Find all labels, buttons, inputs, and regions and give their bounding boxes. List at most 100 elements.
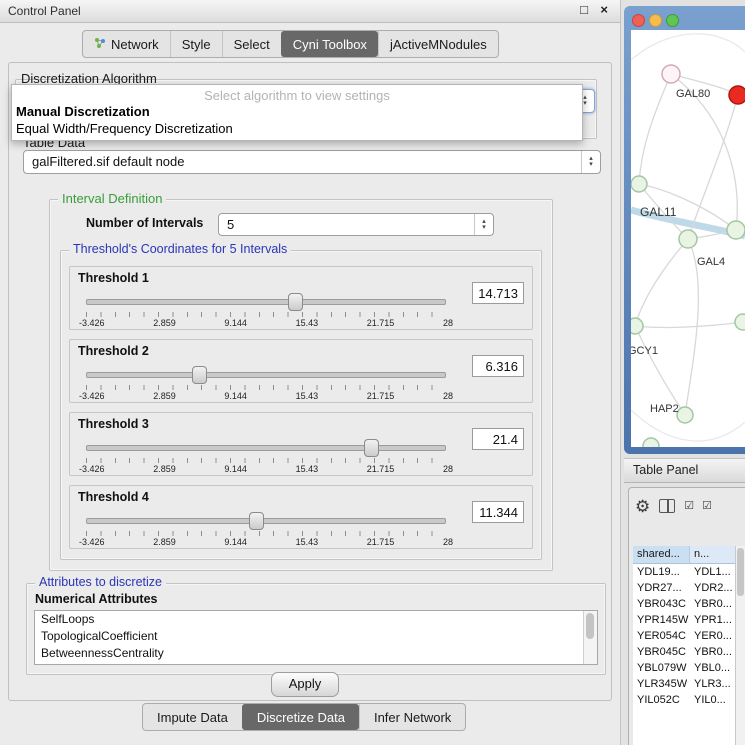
network-node[interactable] [631,318,643,334]
panel-title: Control Panel [8,4,81,18]
network-canvas[interactable]: GAL80 GAL11 GAL4 GCY1 HAP2 [631,30,745,447]
scrollbar-thumb[interactable] [737,548,744,596]
tab-discretize-data[interactable]: Discretize Data [242,704,359,730]
gear-icon[interactable]: ⚙ [635,498,650,515]
list-scrollbar[interactable] [583,611,597,664]
scale-label: 21.715 [367,318,395,328]
table-row[interactable]: YLR345WYLR3... [633,676,736,692]
tab-jactivemnodules[interactable]: jActiveMNodules [378,31,498,57]
algorithm-options: Manual DiscretizationEqual Width/Frequen… [12,103,582,137]
slider-thumb[interactable] [364,439,379,457]
table-row[interactable]: YBL079WYBL0... [633,660,736,676]
scale-label: 15.43 [296,318,319,328]
threshold-slider[interactable]: -3.4262.8599.14415.4321.71528 [86,512,446,546]
threshold-value-field[interactable] [472,501,524,523]
mac-zoom-button[interactable] [666,14,679,27]
float-window-icon[interactable]: □ [580,2,588,17]
tab-label: Cyni Toolbox [293,32,367,57]
threshold-value-field[interactable] [472,282,524,304]
table-cell: YIL052C [633,692,690,708]
table-scrollbar[interactable] [735,546,745,745]
network-node[interactable] [631,176,647,192]
list-item-betweennesscentrality[interactable]: BetweennessCentrality [35,645,597,662]
stepper-icon[interactable]: ▴ ▾ [474,214,493,235]
slider-track[interactable] [86,518,446,524]
slider-track[interactable] [86,299,446,305]
numerical-attributes-list[interactable]: SelfLoopsTopologicalCoefficientBetweenne… [34,610,598,665]
node-table[interactable]: shared...n... YDL19...YDL1...YDR27...YDR… [633,546,736,745]
list-item-selfloops[interactable]: SelfLoops [35,611,597,628]
scale-label: 2.859 [153,537,176,547]
tab-select[interactable]: Select [222,31,281,57]
network-node[interactable] [679,230,697,248]
slider-track[interactable] [86,372,446,378]
close-icon[interactable]: × [600,2,608,17]
threshold-value-field[interactable] [472,428,524,450]
threshold-slider[interactable]: -3.4262.8599.14415.4321.71528 [86,293,446,327]
columns-icon[interactable] [659,499,675,513]
table-row[interactable]: YER054CYER0... [633,628,736,644]
list-item-topologicalcoefficient[interactable]: TopologicalCoefficient [35,628,597,645]
network-node[interactable] [677,407,693,423]
tab-label: jActiveMNodules [390,32,487,57]
column-header-1[interactable]: n... [690,546,736,563]
algorithm-option-manual-discretization[interactable]: Manual Discretization [12,103,582,120]
table-cell: YBR0... [690,644,736,660]
threshold-slider[interactable]: -3.4262.8599.14415.4321.71528 [86,439,446,473]
table-panel-header: Table Panel [624,458,745,483]
slider-thumb[interactable] [249,512,264,530]
tab-label: Infer Network [374,705,451,730]
slider-thumb[interactable] [192,366,207,384]
slider-scale: -3.4262.8599.14415.4321.71528 [79,537,453,547]
table-row[interactable]: YPR145WYPR1... [633,612,736,628]
threshold-slider[interactable]: -3.4262.8599.14415.4321.71528 [86,366,446,400]
tab-label: Style [182,32,211,57]
algorithm-placeholder: Select algorithm to view settings [12,88,582,103]
table-row[interactable]: YBR043CYBR0... [633,596,736,612]
table-row[interactable]: YBR045CYBR0... [633,644,736,660]
scrollbar-thumb[interactable] [586,613,594,639]
checkbox-icon[interactable]: ☑ [684,501,693,512]
checkbox-icon[interactable]: ☑ [702,501,711,512]
scale-label: -3.426 [79,537,105,547]
table-cell: YBR045C [633,644,690,660]
tab-infer-network[interactable]: Infer Network [359,704,465,730]
network-node-selected[interactable] [729,86,745,104]
slider-thumb[interactable] [288,293,303,311]
column-header-0[interactable]: shared... [633,546,690,563]
network-node[interactable] [727,221,745,239]
network-node[interactable] [735,314,745,330]
table-row[interactable]: YDR27...YDR2... [633,580,736,596]
network-canvas-area[interactable]: GAL80 GAL11 GAL4 GCY1 HAP2 [631,30,745,447]
mac-close-button[interactable] [632,14,645,27]
tab-cyni-toolbox[interactable]: Cyni Toolbox [281,31,378,57]
node-label: GAL80 [676,88,710,100]
network-view-window[interactable]: GAL80 GAL11 GAL4 GCY1 HAP2 [624,6,745,454]
tab-style[interactable]: Style [170,31,222,57]
tab-network[interactable]: Network [83,31,170,57]
slider-track[interactable] [86,445,446,451]
interval-definition-group: Interval Definition Number of Intervals … [49,199,553,571]
scale-label: 21.715 [367,464,395,474]
number-of-intervals-combobox[interactable]: 5 ▴ ▾ [218,213,494,236]
apply-button[interactable]: Apply [271,672,339,697]
mac-minimize-button[interactable] [649,14,662,27]
tab-label: Network [111,32,159,57]
threshold-value-field[interactable] [472,355,524,377]
algorithm-option-equal-width-frequency-discretization[interactable]: Equal Width/Frequency Discretization [12,120,582,137]
node-label: GAL4 [697,256,725,268]
tab-impute-data[interactable]: Impute Data [143,704,242,730]
slider-scale: -3.4262.8599.14415.4321.71528 [79,318,453,328]
scale-label: 2.859 [153,391,176,401]
main-settings-panel: Discretization Algorithm ▴ ▾ Select algo… [8,62,612,701]
table-row[interactable]: YDL19...YDL1... [633,564,736,580]
stepper-icon[interactable]: ▴ ▾ [581,151,600,173]
scale-label: 21.715 [367,537,395,547]
threshold-row-3: Threshold 3-3.4262.8599.14415.4321.71528 [69,412,533,476]
network-node[interactable] [643,438,659,447]
table-row[interactable]: YIL052CYIL0... [633,692,736,708]
table-data-combobox[interactable]: galFiltered.sif default node ▴ ▾ [23,150,601,174]
network-node[interactable] [662,65,680,83]
threshold-row-1: Threshold 1-3.4262.8599.14415.4321.71528 [69,266,533,330]
application-window: Control Panel □ × Network Style Select Cyni… [0,0,745,745]
